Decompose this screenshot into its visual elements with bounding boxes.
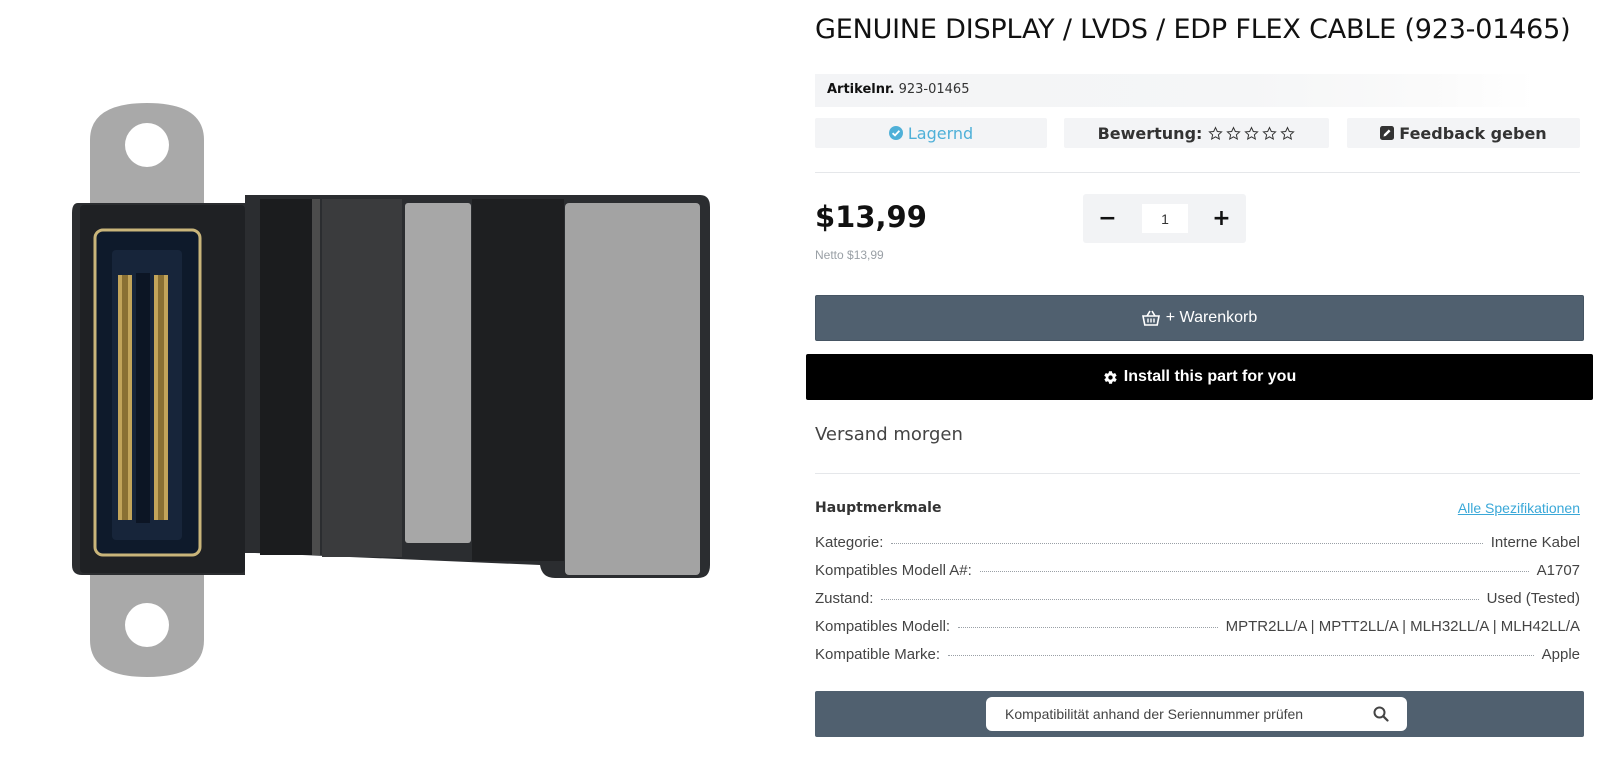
- spec-key: Kategorie:: [815, 534, 884, 551]
- spec-value: Used (Tested): [1486, 590, 1580, 607]
- star-outline-icon[interactable]: [1208, 125, 1224, 141]
- stock-label: Lagernd: [907, 123, 974, 143]
- rating-label: Bewertung:: [1097, 123, 1203, 143]
- gear-icon: [1104, 370, 1117, 384]
- status-badges: Lagernd Bewertung: Feedback geben: [815, 118, 1580, 148]
- product-image: [60, 95, 740, 705]
- divider: [815, 172, 1580, 173]
- check-circle-icon: [888, 126, 903, 140]
- basket-icon: [1141, 310, 1160, 326]
- spec-key: Zustand:: [815, 590, 874, 607]
- spec-value: Interne Kabel: [1490, 534, 1580, 551]
- features-title: Hauptmerkmale: [815, 500, 942, 516]
- flex-cable-illustration: [72, 103, 710, 677]
- spec-key: Kompatibles Modell A#:: [815, 562, 972, 579]
- spec-value: A1707: [1536, 562, 1580, 579]
- quantity-decrease-button[interactable]: −: [1083, 194, 1132, 243]
- spec-key: Kompatible Marke:: [815, 646, 941, 663]
- search-icon[interactable]: [1373, 706, 1389, 722]
- install-service-label: Install this part for you: [1123, 368, 1297, 385]
- stock-badge: Lagernd: [815, 118, 1047, 148]
- spec-row: Kategorie: Interne Kabel: [815, 534, 1580, 562]
- spec-value: MPTR2LL/A | MPTT2LL/A | MLH32LL/A | MLH4…: [1225, 618, 1580, 635]
- quantity-increase-button[interactable]: +: [1197, 194, 1246, 243]
- spec-row: Zustand: Used (Tested): [815, 590, 1580, 618]
- add-to-cart-button[interactable]: + Warenkorb: [815, 295, 1584, 341]
- net-price: Netto $13,99: [815, 248, 884, 262]
- spec-list: Kategorie: Interne Kabel Kompatibles Mod…: [815, 534, 1580, 674]
- shipping-info: Versand morgen: [815, 424, 963, 445]
- product-title: GENUINE DISPLAY / LVDS / EDP FLEX CABLE …: [815, 14, 1571, 45]
- rating-stars[interactable]: [1208, 125, 1296, 141]
- star-outline-icon[interactable]: [1262, 125, 1278, 141]
- spec-leader: [958, 627, 1218, 628]
- spec-row: Kompatible Marke: Apple: [815, 646, 1580, 674]
- spec-key: Kompatibles Modell:: [815, 618, 951, 635]
- spec-leader: [891, 543, 1483, 544]
- serial-search-field: [986, 697, 1407, 731]
- star-outline-icon[interactable]: [1280, 125, 1296, 141]
- serial-check-bar: [815, 691, 1584, 737]
- serial-number-input[interactable]: [986, 697, 1356, 731]
- rating-badge[interactable]: Bewertung:: [1064, 118, 1329, 148]
- spec-leader: [881, 599, 1479, 600]
- sku-bar: Artikelnr. 923-01465: [815, 74, 1535, 107]
- quantity-stepper: − +: [1083, 194, 1246, 243]
- star-outline-icon[interactable]: [1244, 125, 1260, 141]
- all-specs-link[interactable]: Alle Spezifikationen: [1458, 500, 1580, 516]
- edit-icon: [1380, 126, 1395, 140]
- features-header: Hauptmerkmale Alle Spezifikationen: [815, 500, 1580, 520]
- sku-label: Artikelnr.: [827, 82, 895, 97]
- price: $13,99: [815, 200, 927, 234]
- star-outline-icon[interactable]: [1226, 125, 1242, 141]
- spec-value: Apple: [1541, 646, 1580, 663]
- feedback-button[interactable]: Feedback geben: [1347, 118, 1580, 148]
- spec-row: Kompatibles Modell A#: A1707: [815, 562, 1580, 590]
- spec-row: Kompatibles Modell: MPTR2LL/A | MPTT2LL/…: [815, 618, 1580, 646]
- divider: [815, 473, 1580, 474]
- spec-leader: [979, 571, 1529, 572]
- quantity-input[interactable]: [1142, 204, 1188, 233]
- sku-value: 923-01465: [898, 82, 970, 97]
- feedback-label: Feedback geben: [1399, 123, 1547, 143]
- install-service-button[interactable]: Install this part for you: [806, 354, 1593, 400]
- spec-leader: [948, 655, 1534, 656]
- add-to-cart-label: + Warenkorb: [1165, 309, 1258, 326]
